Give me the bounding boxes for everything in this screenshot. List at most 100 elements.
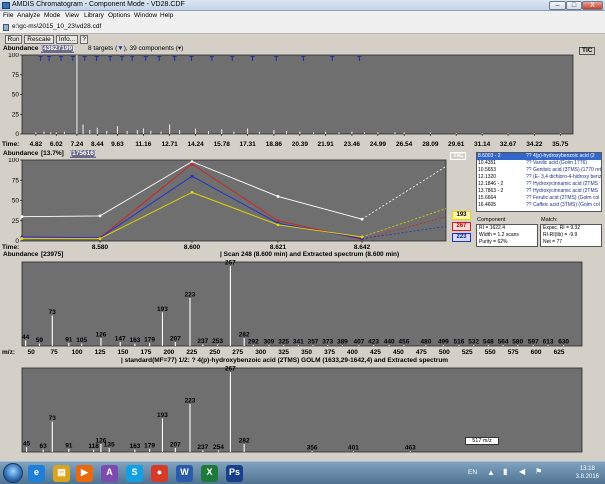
component-list-item[interactable]: 10.4351 ?? Vanilic acid (Golm 1776) [477,160,601,167]
clock-date: 3.8.2016 [575,474,599,480]
spectrum-x-tick: 275 [232,349,243,356]
component-list-item[interactable]: 12.1320 ?? (E- 3,4 dichloro-4-hidroxy ben… [477,174,601,181]
spectrum-peak-label: 309 [264,339,275,346]
component-info-box: RI = 1622.4 Width = 1.2 scans Purity = 6… [476,224,538,247]
photoshop-icon[interactable]: Ps [226,465,243,482]
profile-point [276,219,280,223]
scan-spectrum-panel[interactable]: 44 59 73 91 105 126 147 163 179 193 207 223 237 253 26… [0,260,605,356]
spectrum-peak-label: 207 [170,336,181,343]
ion-badge-223[interactable]: 223 [452,233,471,242]
chrome-icon[interactable]: ● [151,465,168,482]
component-list-item[interactable]: 12.1846 - 2 ?? Hydroxycinnamic acid (2TMS [477,181,601,188]
component-list-item[interactable]: 16.4605 ?? Caffeic acid (3TMS) (Golm col [477,202,601,209]
tic-x-tick: 18.86 [266,141,283,148]
profile-point [190,162,194,166]
ion-badge-193[interactable]: 193 [452,211,471,220]
spectrum-peak-label: 440 [384,339,395,346]
match-ri-diff: RI-RI(lib) = -9.9 [543,232,578,238]
tray-flag-icon[interactable]: ⚑ [535,467,542,476]
tic-y-tick: 0 [15,131,19,138]
component-ri: RI = 1622.4 [479,225,505,231]
component-profile-panel[interactable]: 1007550250 Time: 8.580 8.600 8.621 8.642 [0,158,476,250]
spectrum-peak-label: 480 [421,339,432,346]
spectrum-peak-label: 237 [197,444,208,451]
component-list-item[interactable]: 15.6664 ?? Ferulic acid (2TMS) (Golm col [477,195,601,202]
tray-network-icon[interactable]: ▮ [503,467,507,476]
panel2-percent: [13.7%] [41,150,64,157]
excel-icon[interactable]: X [201,465,218,482]
match-net: Net = 77 [543,239,563,245]
ie-icon[interactable]: e [28,465,45,482]
spectrum-peak-label: 356 [307,445,318,452]
panel3-header: Abundance [23975] | Scan 248 (8.600 min)… [0,251,605,260]
minimize-button[interactable]: – [549,1,566,10]
info-button[interactable]: Info... [56,35,78,44]
menu-mode[interactable]: Mode [44,11,60,21]
spectrum-peak-label: 357 [308,339,319,346]
spectrum-peak-label: 456 [398,339,409,346]
ion-badge-267[interactable]: 267 [452,222,471,231]
target-marker-icon: T [301,56,306,63]
clock-time: 13:18 [579,466,595,472]
library-spectrum-panel[interactable]: 45 637391 118126135 163 179193207223237 25426… [0,366,605,460]
spectrum-peak-label: 59 [36,337,44,344]
target-marker-icon: T [274,56,279,63]
target-marker-icon: T [189,56,194,63]
ion-badges: 193 267 223 [452,211,472,243]
component-list-item[interactable]: 10.5653 ?? Gentisic acid (3TMS) (1770 ret [477,167,601,174]
clock[interactable]: 13:18 3.8.2016 [576,465,599,481]
language-indicator[interactable]: EN [468,469,477,476]
profile-point [190,160,194,164]
spectrum-x-tick: 100 [72,349,83,356]
component-list[interactable]: 8.6003 - 2 ?? 4(p)-hydroxybenzoic acid (2… [476,152,602,212]
tic-x-tick: 34.22 [526,141,543,148]
spectrum-peak-label: 135 [104,442,115,449]
menu-window[interactable]: Window [134,11,157,21]
menu-library[interactable]: Library [84,11,104,21]
component-heading: Component [477,217,506,223]
tic-chromatogram-panel[interactable]: 1007550250 TTTTTTTTTTTTTTTTTTTT Time: 4.8… [0,53,605,148]
media-player-icon[interactable]: ▶ [76,465,93,482]
spectrum-x-tick: 600 [531,349,542,356]
rescale-button[interactable]: Rescale [24,35,54,44]
help-button[interactable]: ? [80,35,88,44]
spectrum-peak-label: 423 [368,339,379,346]
run-button[interactable]: Run [5,35,22,44]
component-list-item[interactable]: 8.6003 - 2 ?? 4(p)-hydroxybenzoic acid (2 [477,153,601,160]
target-marker-icon: T [210,56,215,63]
tic-x-tick: 4.82 [30,141,43,148]
target-marker-icon: T [94,56,99,63]
close-button[interactable]: X [582,1,603,10]
profile-y-tick: 50 [12,198,20,205]
panel4-header: | standard(MF=77) 1/2: ? 4(p)-hydroxyben… [0,357,605,366]
menu-file[interactable]: File [3,11,13,21]
menu-analyze[interactable]: Analyze [17,11,40,21]
profile-y-tick: 100 [8,158,19,164]
maximize-button[interactable]: □ [566,1,582,10]
spectrum-x-tick: 75 [51,349,59,356]
component-name: ?? Ferulic acid (2TMS) (Golm col [526,195,600,201]
tray-volume-icon[interactable]: ◀ [519,467,525,476]
tray-up-arrow-icon[interactable]: ▲ [487,468,495,477]
component-time: 16.4605 [478,202,497,208]
folder-icon[interactable]: ▤ [53,465,70,482]
file-path: e:\gc-ms\2015_10_23\vd28.cdf [12,23,102,30]
target-marker-icon: T [144,56,149,63]
spectrum-peak-label: 254 [213,444,224,451]
spectrum-peak-label: 163 [129,337,140,344]
menu-help[interactable]: Help [160,11,173,21]
amdis-icon[interactable]: A [101,465,118,482]
spectrum-peak-label: 179 [144,442,155,449]
word-icon[interactable]: W [176,465,193,482]
spectrum-x-tick: 525 [462,349,473,356]
spectrum-peak-label: 499 [438,339,449,346]
taskbar-glyph: e [33,467,39,477]
spectrum-peak-label: 267 [225,366,236,373]
menu-options[interactable]: Options [108,11,130,21]
start-button[interactable] [3,463,23,483]
skype-icon[interactable]: S [126,465,143,482]
component-list-item[interactable]: 13.7863 - 2 ?? Hydroxycinnamic acid (2TMS [477,188,601,195]
tic-x-tick: 15.78 [214,141,231,148]
tic-x-tick: 21.91 [318,141,335,148]
menu-view[interactable]: View [65,11,79,21]
